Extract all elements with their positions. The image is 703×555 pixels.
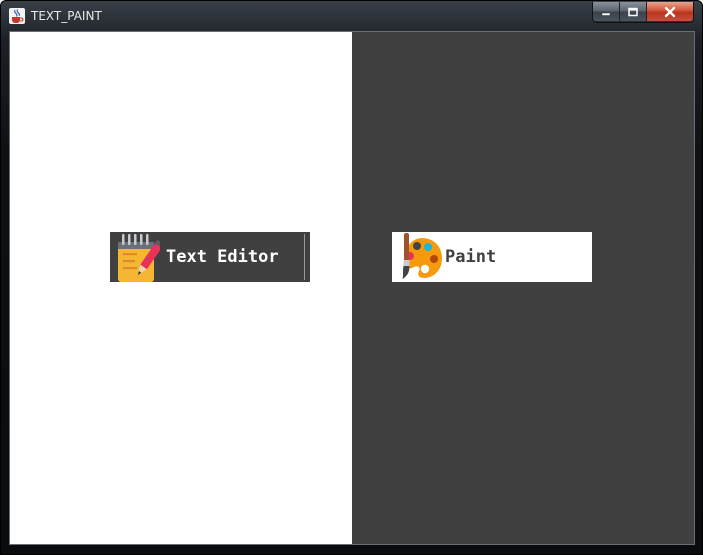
text-editor-label: Text Editor [166, 247, 279, 267]
text-editor-button[interactable]: Text Editor [110, 232, 310, 282]
paint-panel: Paint [352, 32, 694, 544]
window-controls [592, 2, 694, 23]
maximize-button[interactable] [620, 2, 647, 21]
window-title: TEXT_PAINT [31, 9, 102, 23]
button-edge [304, 234, 305, 280]
minimize-icon [601, 12, 611, 16]
java-cup-icon [9, 8, 25, 24]
close-icon [664, 6, 676, 17]
minimize-button[interactable] [593, 2, 620, 21]
text-editor-panel: Text Editor [10, 32, 352, 544]
paint-button[interactable]: Paint [392, 232, 592, 282]
app-window: TEXT_PAINT Text Editor Paint [0, 0, 703, 555]
notepad-pencil-icon [118, 234, 160, 282]
paint-label: Paint [445, 247, 497, 267]
close-button[interactable] [647, 2, 693, 21]
paint-palette-icon [402, 233, 442, 279]
title-bar[interactable]: TEXT_PAINT [1, 1, 702, 31]
client-area: Text Editor Paint [9, 31, 695, 545]
maximize-icon [628, 7, 638, 16]
